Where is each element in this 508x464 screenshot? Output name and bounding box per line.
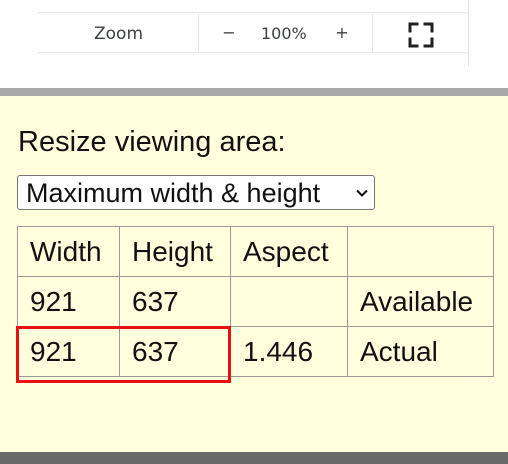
table-header-row: Width Height Aspect — [17, 226, 494, 277]
header-height: Height — [119, 226, 231, 277]
resize-heading: Resize viewing area: — [18, 126, 286, 158]
zoom-in-button[interactable]: + — [333, 20, 351, 46]
actual-width: 921 — [17, 326, 120, 377]
available-width: 921 — [17, 276, 120, 327]
bottom-bar — [0, 452, 508, 464]
chevron-down-icon — [356, 189, 368, 197]
zoom-separator — [198, 14, 199, 52]
menu-divider — [38, 12, 469, 13]
header-aspect: Aspect — [230, 226, 348, 277]
actual-label: Actual — [347, 326, 494, 377]
resize-mode-select[interactable]: Maximum width & height — [17, 175, 375, 210]
resize-panel: Resize viewing area: Maximum width & hei… — [0, 96, 508, 452]
dimensions-table: Width Height Aspect 921 637 Available 92… — [17, 226, 494, 377]
actual-height: 637 — [119, 326, 231, 377]
zoom-separator — [372, 14, 373, 52]
fullscreen-button[interactable] — [406, 20, 436, 50]
actual-aspect: 1.446 — [230, 326, 348, 377]
zoom-menu-panel: Zoom − 100% + — [0, 0, 508, 88]
header-width: Width — [17, 226, 120, 277]
resize-mode-selected-value: Maximum width & height — [26, 178, 321, 208]
table-row-actual: 921 637 1.446 Actual — [17, 326, 494, 377]
zoom-level-value: 100% — [261, 24, 307, 43]
available-aspect — [230, 276, 348, 327]
zoom-out-button[interactable]: − — [220, 20, 238, 46]
available-height: 637 — [119, 276, 231, 327]
header-empty — [347, 226, 494, 277]
available-label: Available — [347, 276, 494, 327]
zoom-label: Zoom — [94, 24, 144, 44]
table-row-available: 921 637 Available — [17, 276, 494, 327]
fullscreen-icon — [408, 22, 434, 48]
panel-separator — [0, 88, 508, 96]
menu-divider — [38, 52, 469, 53]
menu-edge — [468, 0, 469, 66]
